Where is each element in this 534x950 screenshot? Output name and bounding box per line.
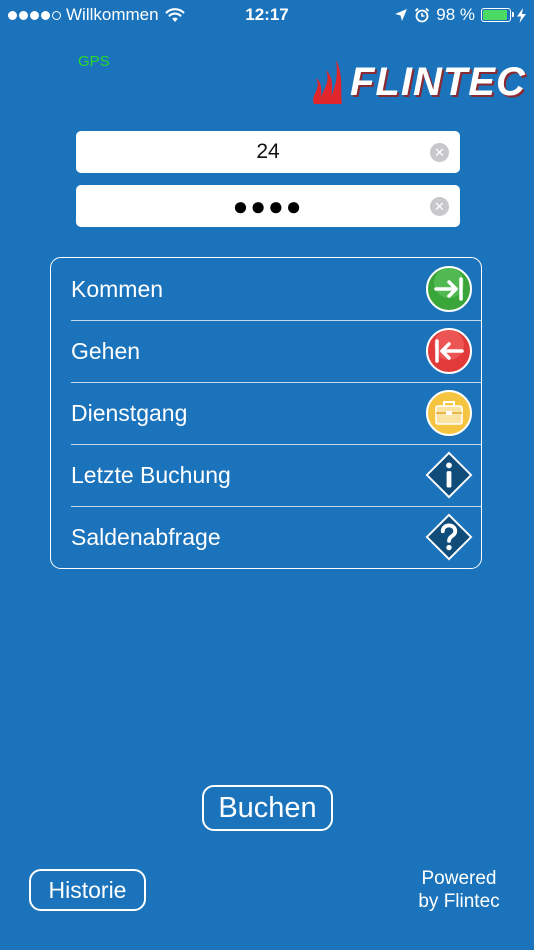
booking-type-menu: Kommen Gehen Dienstgang Letzte Buchung S… [50, 257, 482, 569]
menu-item-label: Saldenabfrage [71, 523, 221, 550]
menu-item-label: Letzte Buchung [71, 461, 231, 488]
clear-icon[interactable]: ✕ [430, 143, 449, 162]
battery-percent: 98 % [436, 5, 475, 24]
menu-item-gehen[interactable]: Gehen [71, 320, 481, 383]
info-icon [425, 451, 473, 499]
status-right: 98 % [394, 5, 526, 25]
battery-icon [481, 8, 514, 22]
menu-item-saldenabfrage[interactable]: Saldenabfrage [71, 506, 481, 568]
flame-logo-icon [313, 60, 342, 104]
alarm-clock-icon [415, 7, 430, 23]
pin-field[interactable]: ●●●● ✕ [76, 185, 460, 227]
menu-item-letzte-buchung[interactable]: Letzte Buchung [71, 444, 481, 507]
briefcase-icon [425, 389, 473, 437]
battery-fill [483, 10, 507, 20]
menu-item-label: Dienstgang [71, 399, 188, 426]
employee-id-field[interactable]: ✕ [76, 131, 460, 173]
pin-masked-value: ●●●● [232, 191, 304, 221]
menu-item-label: Kommen [71, 275, 164, 302]
powered-by-label: Powered by Flintec [400, 867, 518, 913]
location-arrow-icon [395, 9, 408, 21]
logo-text: FLINTEC [350, 59, 526, 104]
question-icon [425, 513, 473, 561]
menu-item-kommen[interactable]: Kommen [71, 258, 481, 321]
clear-icon[interactable]: ✕ [430, 197, 449, 216]
arrow-in-icon [425, 265, 473, 313]
powered-line-1: Powered [421, 868, 497, 889]
employee-id-input[interactable] [76, 131, 460, 173]
charging-bolt-icon [517, 7, 526, 23]
battery-tip [512, 12, 514, 17]
menu-item-dienstgang[interactable]: Dienstgang [71, 382, 481, 445]
flintec-logo: FLINTEC [308, 58, 526, 106]
powered-line-2: by Flintec [418, 891, 500, 912]
gps-status-label: GPS [78, 53, 110, 70]
arrow-out-icon [425, 327, 473, 375]
status-bar: Willkommen 12:17 98 % [0, 0, 534, 30]
history-button[interactable]: Historie [29, 869, 146, 911]
book-button[interactable]: Buchen [202, 785, 333, 831]
menu-item-label: Gehen [71, 337, 141, 364]
